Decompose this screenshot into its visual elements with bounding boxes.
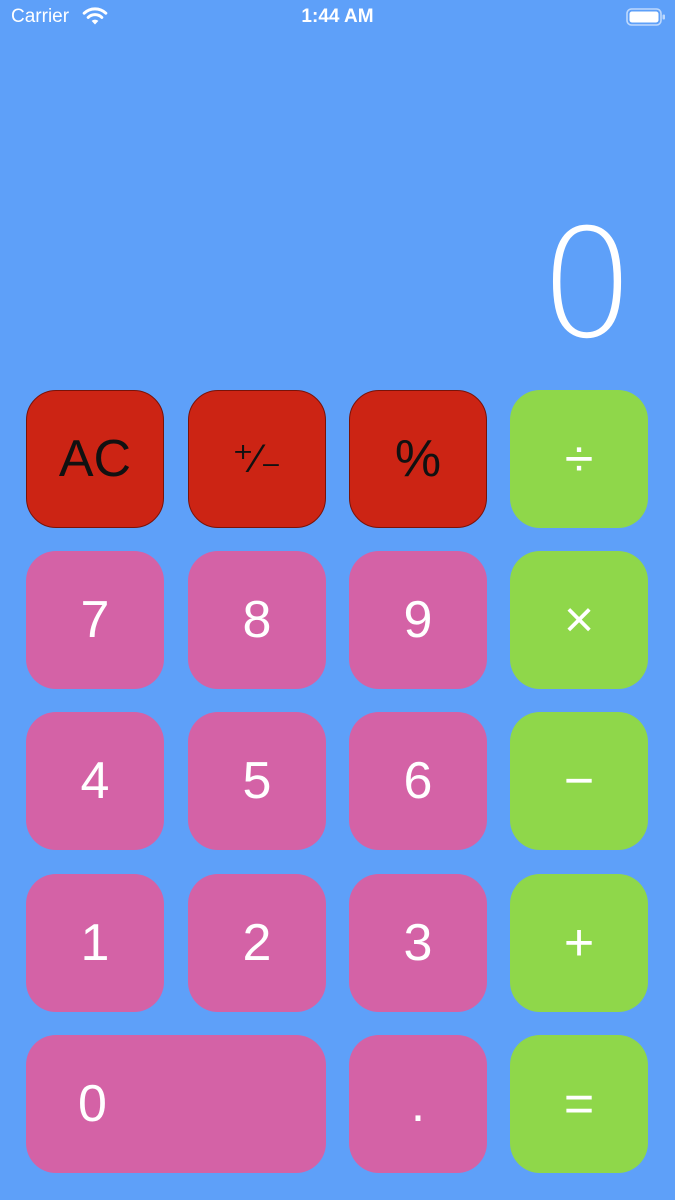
result-display: 0 <box>539 198 635 372</box>
add-button[interactable]: + <box>510 874 648 1012</box>
digit-0-button[interactable]: 0 <box>26 1035 326 1173</box>
digit-1-button[interactable]: 1 <box>26 874 164 1012</box>
digit-2-button[interactable]: 2 <box>188 874 326 1012</box>
digit-6-button[interactable]: 6 <box>349 712 487 850</box>
digit-5-button[interactable]: 5 <box>188 712 326 850</box>
decimal-button[interactable]: . <box>349 1035 487 1173</box>
digit-3-button[interactable]: 3 <box>349 874 487 1012</box>
subtract-button[interactable]: − <box>510 712 648 850</box>
divide-button[interactable]: ÷ <box>510 390 648 528</box>
percent-button[interactable]: % <box>349 390 487 528</box>
equals-button[interactable]: = <box>510 1035 648 1173</box>
status-bar: Carrier 1:44 AM <box>0 0 675 36</box>
digit-9-button[interactable]: 9 <box>349 551 487 689</box>
digit-7-button[interactable]: 7 <box>26 551 164 689</box>
toggle-sign-button[interactable]: ⁺∕₋ <box>188 390 326 528</box>
all-clear-button[interactable]: AC <box>26 390 164 528</box>
clock: 1:44 AM <box>301 6 374 27</box>
digit-4-button[interactable]: 4 <box>26 712 164 850</box>
digit-8-button[interactable]: 8 <box>188 551 326 689</box>
multiply-button[interactable]: × <box>510 551 648 689</box>
battery-icon <box>626 8 665 26</box>
